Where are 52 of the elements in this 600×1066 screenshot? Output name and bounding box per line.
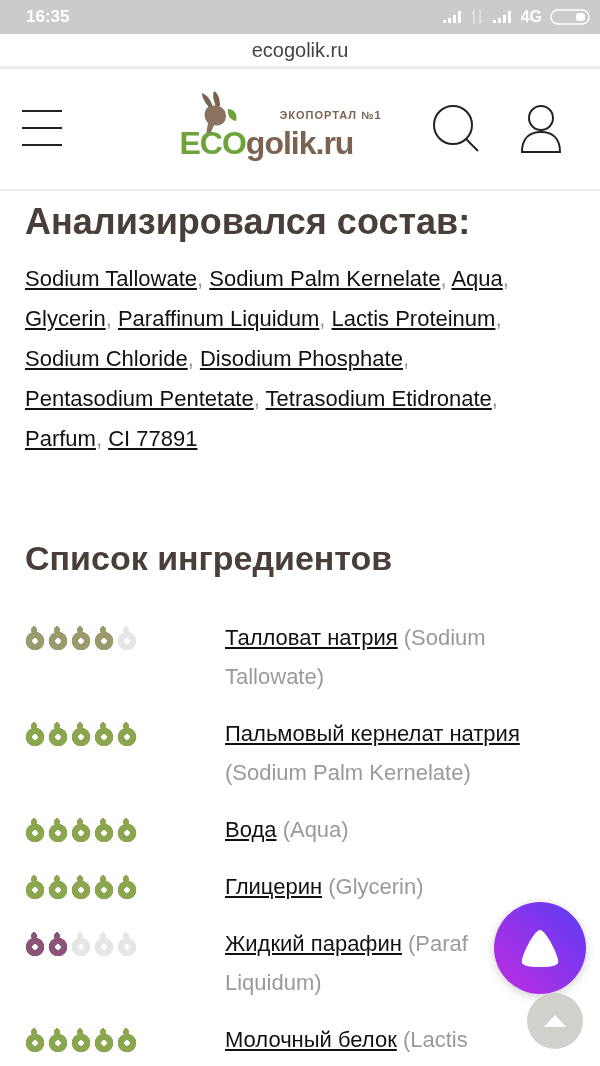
comma: ,: [502, 266, 509, 291]
data-arrows-icon: [470, 9, 483, 25]
comma: ,: [402, 346, 410, 371]
ingredient-link[interactable]: Пальмовый кернелат натрия: [225, 721, 520, 746]
ingredient-link[interactable]: Глицерин: [225, 874, 323, 899]
comma: ,: [319, 306, 326, 331]
ingredient-link[interactable]: CI 77891: [108, 426, 198, 451]
ingredient-link[interactable]: Parfum: [25, 426, 96, 451]
comma: ,: [253, 386, 260, 411]
signal-icon: [440, 10, 463, 24]
section-heading: Список ингредиентов: [25, 539, 394, 578]
ingredient-link[interactable]: Жидкий парафин: [225, 931, 402, 956]
fruit-icon: [117, 626, 137, 650]
address-bar[interactable]: ecogolik.ru: [0, 34, 600, 69]
comma: ,: [495, 306, 502, 331]
menu-icon[interactable]: [21, 109, 63, 149]
battery-icon: [550, 9, 590, 25]
comma: ,: [197, 266, 204, 291]
fruit-icon: [94, 932, 114, 956]
ingredient-link[interactable]: Sodium Palm Kernelate: [209, 266, 441, 291]
ingredient-link[interactable]: Disodium Phosphate: [199, 346, 403, 371]
user-icon[interactable]: [520, 104, 562, 154]
ingredient-link[interactable]: Молочный белок: [225, 1027, 397, 1052]
section-heading: Анализировался состав:: [25, 201, 472, 243]
signal-icon: [490, 10, 513, 24]
comma: ,: [440, 266, 447, 291]
ingredient-link[interactable]: Sodium Chloride: [25, 346, 188, 371]
logo-wordmark: ECOgolik.ru: [179, 125, 354, 162]
ingredient-text: Молочный белок (Lactis: [225, 1026, 468, 1054]
ingredient-link[interactable]: Lactis Proteinum: [331, 306, 496, 331]
voice-assistant-button[interactable]: [494, 902, 586, 994]
comma: ,: [105, 306, 112, 331]
fruit-icon: [71, 932, 91, 956]
ingredient-link[interactable]: Glycerin: [25, 306, 106, 331]
ingredient-link[interactable]: Aqua: [451, 266, 503, 291]
ingredient-link[interactable]: Sodium Tallowate: [25, 266, 198, 291]
fruit-icon: [117, 932, 137, 956]
comma: ,: [491, 386, 498, 411]
ingredient-text: Вода (Aqua): [225, 816, 349, 844]
comma: ,: [95, 426, 103, 451]
ingredient-link[interactable]: Талловат натрия: [225, 625, 398, 650]
ingredient-text: Глицерин (Glycerin): [225, 873, 424, 901]
ingredient-link[interactable]: Pentasodium Pentetate: [25, 386, 254, 411]
ingredient-text: Пальмовый кернелат натрия (Sodium Palm Kernelate): [225, 720, 521, 787]
arrow-up-icon: [543, 1014, 567, 1028]
ingredient-link[interactable]: Вода: [225, 817, 277, 842]
ingredient-link[interactable]: Tetrasodium Etidronate: [265, 386, 492, 411]
ingredient-link[interactable]: Paraffinum Liquidum: [117, 306, 320, 331]
ingredient-text: Талловат натрия (Sodium Tallowate): [225, 624, 487, 691]
logo-tagline: ЭКОПОРТАЛ №1: [279, 109, 382, 121]
comma: ,: [187, 346, 194, 371]
ingredient-text: Жидкий парафин (Paraf Liquidum): [225, 930, 468, 997]
